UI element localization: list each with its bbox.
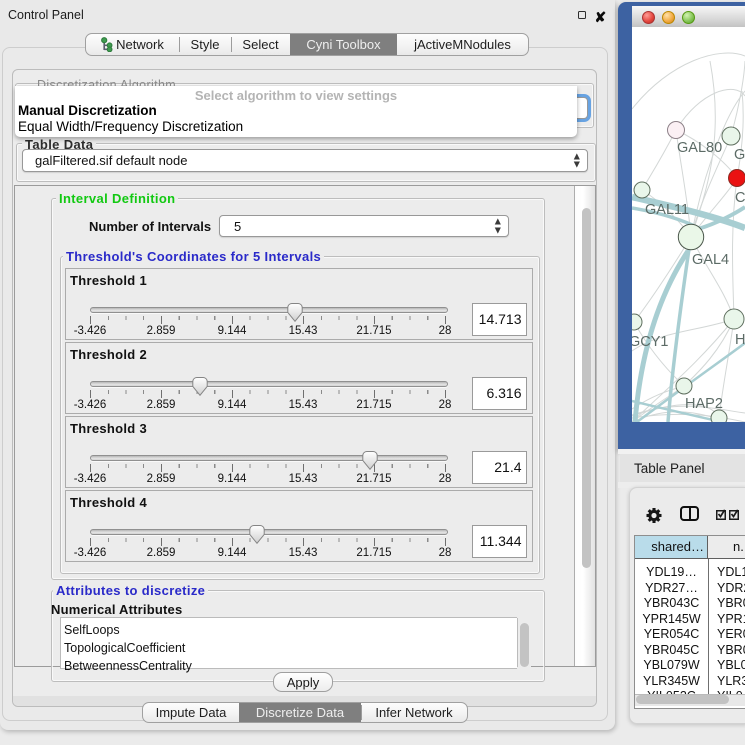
svg-text:GAL11: GAL11 xyxy=(645,202,689,218)
svg-text:H: H xyxy=(735,332,745,348)
svg-text:GAL4: GAL4 xyxy=(692,252,729,268)
svg-text:C: C xyxy=(735,190,745,206)
svg-text:HAP2: HAP2 xyxy=(685,396,723,412)
svg-text:GCY1: GCY1 xyxy=(632,334,669,350)
svg-text:GAL80: GAL80 xyxy=(677,140,722,156)
svg-text:GA: GA xyxy=(734,147,745,163)
